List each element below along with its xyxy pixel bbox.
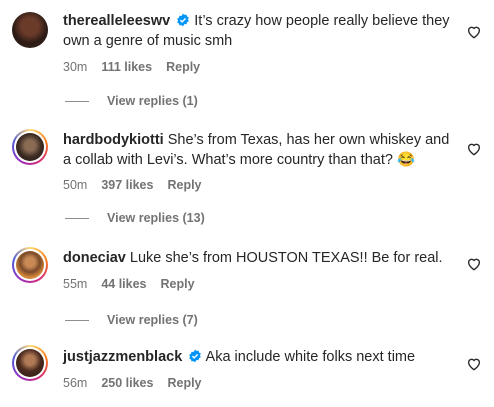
reply-button[interactable]: Reply <box>166 60 200 74</box>
comment-meta: 55m 44 likes Reply <box>63 276 209 292</box>
avatar[interactable] <box>12 12 48 48</box>
reply-button[interactable]: Reply <box>161 277 195 291</box>
avatar[interactable] <box>12 345 48 381</box>
view-replies-label: View replies (13) <box>107 211 205 225</box>
comment-body: Aka include white folks next time <box>205 349 416 365</box>
heart-outline-icon[interactable] <box>466 256 482 272</box>
comment-body: Luke she’s from HOUSTON TEXAS!! Be for r… <box>129 250 443 266</box>
avatar[interactable] <box>12 129 48 165</box>
comment-username[interactable]: doneciav <box>63 250 126 266</box>
comment-time: 50m <box>63 178 88 192</box>
comment-meta: 56m 250 likes Reply <box>63 375 216 391</box>
verified-badge-icon <box>189 349 202 363</box>
comment-time: 30m <box>63 60 88 74</box>
reply-button[interactable]: Reply <box>167 376 201 390</box>
replies-divider <box>65 218 89 220</box>
view-replies-button[interactable]: View replies (13) <box>65 210 205 226</box>
comment-time: 56m <box>63 376 88 390</box>
replies-divider <box>65 101 89 103</box>
view-replies-button[interactable]: View replies (1) <box>65 93 198 109</box>
comment-likes[interactable]: 397 likes <box>101 178 153 192</box>
heart-outline-icon[interactable] <box>466 141 482 157</box>
avatar[interactable] <box>12 247 48 283</box>
comment-text-block: therealleleeswv It’s crazy how people re… <box>63 11 453 51</box>
comment-username[interactable]: hardbodykiotti <box>63 132 164 148</box>
comment-username[interactable]: therealleleeswv <box>63 13 170 29</box>
comment-likes[interactable]: 250 likes <box>101 376 153 390</box>
comment-text-block: hardbodykiotti She’s from Texas, has her… <box>63 130 453 170</box>
comment-meta: 50m 397 likes Reply <box>63 177 216 193</box>
comment-meta: 30m 111 likes Reply <box>63 59 214 75</box>
verified-badge-icon <box>177 13 190 27</box>
comment-likes[interactable]: 111 likes <box>101 60 152 74</box>
comment-username[interactable]: justjazzmenblack <box>63 349 182 365</box>
replies-divider <box>65 320 89 322</box>
comment-likes[interactable]: 44 likes <box>101 277 146 291</box>
heart-outline-icon[interactable] <box>466 356 482 372</box>
reply-button[interactable]: Reply <box>167 178 201 192</box>
comment-text-block: justjazzmenblack Aka include white folks… <box>63 347 453 367</box>
comment-time: 55m <box>63 277 88 291</box>
view-replies-button[interactable]: View replies (7) <box>65 312 198 328</box>
view-replies-label: View replies (1) <box>107 94 198 108</box>
heart-outline-icon[interactable] <box>466 24 482 40</box>
comment-text-block: doneciav Luke she’s from HOUSTON TEXAS!!… <box>63 248 453 268</box>
view-replies-label: View replies (7) <box>107 313 198 327</box>
